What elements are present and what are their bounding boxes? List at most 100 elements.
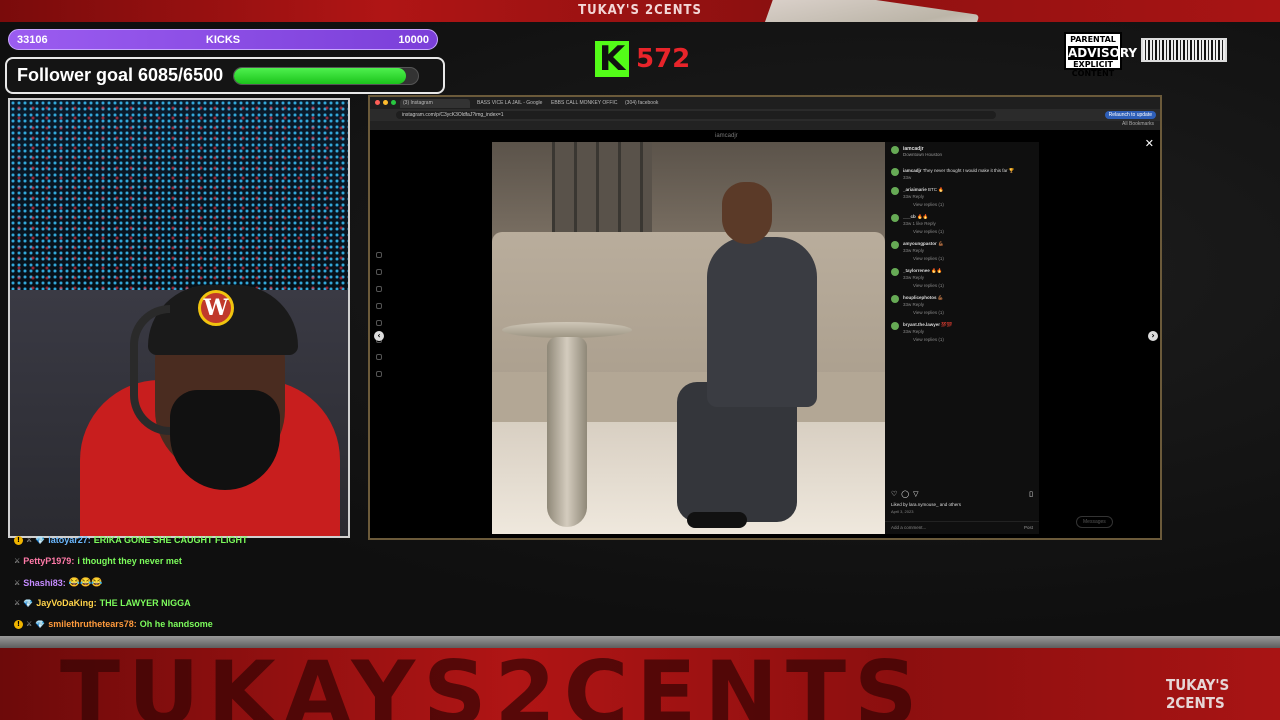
advisory-big-text: ADVISORY [1068,45,1138,60]
relaunch-update-button[interactable]: Relaunch to update [1104,111,1156,119]
prev-post-icon[interactable]: ‹ [374,331,384,341]
address-bar-row: instagram.com/p/C3ycK3OldfaJ?img_index=1 [370,109,1160,121]
chat-message: ! ⚔ 💎 latoyar27: ERIKA GONE SHE CAUGHT FLIGH… [14,535,247,545]
url-input[interactable]: instagram.com/p/C3ycK3OldfaJ?img_index=1 [396,111,996,119]
avatar[interactable] [891,295,899,303]
comment-meta: 33w Reply [903,302,925,307]
comment-text: 🔥🔥 [931,268,943,273]
headset [130,305,170,435]
chat-message: ⚔ PettyP1979: i thought they never met [14,556,182,566]
comment-user[interactable]: amyoungpastor [903,241,937,246]
messages-icon[interactable] [376,320,382,326]
chat-message: ⚔ Shashi83: 😂😂😂 [14,577,102,588]
tab-instagram[interactable]: (3) Instagram [400,98,470,108]
follower-goal-label: Follower goal 6085/6500 [17,65,224,85]
caption-meta: 33w [903,175,912,180]
add-comment-row: Add a comment... Post [885,521,1039,533]
photo-man-head [722,182,772,244]
post-actions: ♡ ◯ ▽ ▯ [891,490,1033,498]
post-photo [492,142,885,534]
bottom-brand-text: TUKAYS2CENTS [60,648,926,720]
post-location[interactable]: Downtown Houston [903,152,942,157]
bottom-divider [0,636,1280,648]
bottom-banner: TUKAYS2CENTS TUKAY'S 2CENTS [0,648,1280,720]
tab-facebook[interactable]: (304) facebook [622,99,692,108]
avatar[interactable] [891,241,899,249]
kicks-right-value: 10000 [398,33,429,46]
view-replies-link[interactable]: View replies (1) [903,337,953,342]
avatar[interactable] [891,214,899,222]
ig-comments-panel: iamcadjr Downtown Houston iamcadjr They … [885,142,1039,534]
parental-advisory-logo: PARENTAL ADVISORY EXPLICIT CONTENT [1064,32,1138,77]
post-date: April 3, 2023 [891,509,914,514]
avatar[interactable] [891,146,899,154]
messages-button[interactable]: Messages [1076,516,1113,528]
create-icon[interactable] [376,354,382,360]
chat-text: Oh he handsome [139,619,213,629]
like-icon[interactable]: ♡ [891,490,897,498]
photo-window [552,142,652,232]
sword-badge-icon: ⚔ [14,599,21,607]
likes-text[interactable]: Liked by lara.nymouse_ and others [891,502,961,507]
ig-sidebar [376,252,386,388]
all-bookmarks-button[interactable]: All Bookmarks [1122,121,1154,127]
photo-man-shoe [687,512,747,528]
close-icon[interactable]: ✕ [1145,137,1154,150]
kicks-label: KICKS [205,33,241,46]
comment-item: bryant.the.lawyer 💯💯 33w Reply View repl… [885,318,1039,342]
tab-google[interactable]: BASS VICE LA JAIL - Google [474,99,544,108]
caption-text: They never thought I would make it this … [922,168,1015,173]
view-replies-link[interactable]: View replies (1) [903,283,944,288]
maximize-window-icon[interactable] [391,100,396,105]
comment-meta: 33w Reply [903,194,925,199]
comment-input[interactable]: Add a comment... [891,525,926,530]
kick-logo-icon: K [595,41,629,77]
search-icon[interactable] [376,269,382,275]
avatar[interactable] [891,322,899,330]
chat-text: 😂😂😂 [68,577,103,587]
bookmarks-bar: All Bookmarks [370,121,1160,130]
comment-icon[interactable]: ◯ [901,490,909,498]
comment-user[interactable]: ___cb [903,214,916,219]
comment-user[interactable]: houplicephotos [903,295,937,300]
post-comment-button[interactable]: Post [1024,525,1033,530]
webcam-feed: W [8,98,350,538]
explore-icon[interactable] [376,286,382,292]
subscriber-badge-icon: ! [14,619,23,629]
chat-username[interactable]: Shashi83: [23,578,66,588]
chat-username[interactable]: latoyar27: [48,535,91,545]
comment-meta: 33w Reply [903,275,925,280]
view-replies-link[interactable]: View replies (1) [903,229,944,234]
caption-user[interactable]: iamcadjr [903,168,922,173]
gem-badge-icon: 💎 [23,598,34,608]
view-replies-link[interactable]: View replies (1) [903,256,944,261]
chat-username[interactable]: JayVoDaKing: [36,598,96,608]
comment-user[interactable]: _taylorrenee [903,268,930,273]
chat-text: i thought they never met [77,556,182,566]
avatar[interactable] [891,187,899,195]
next-post-icon[interactable]: › [1148,331,1158,341]
view-replies-link[interactable]: View replies (1) [903,202,944,207]
chat-username[interactable]: smilethruthetears78: [48,619,137,629]
browser-window: (3) Instagram BASS VICE LA JAIL - Google… [368,95,1162,540]
chat-username[interactable]: PettyP1979: [23,556,74,566]
comment-text: 💪🏾 [937,295,944,300]
cap-logo: W [198,290,234,326]
comment-text: 🔥🔥 [917,214,929,219]
tab-youtube[interactable]: EBBS CALL MONKEY OFFIC... [548,99,618,108]
comment-user[interactable]: _ariaimarie [903,187,927,192]
post-caption: iamcadjr They never thought I would make… [885,164,1039,180]
close-window-icon[interactable] [375,100,380,105]
share-icon[interactable]: ▽ [913,490,918,498]
bookmark-icon[interactable]: ▯ [1029,490,1033,498]
minimize-window-icon[interactable] [383,100,388,105]
view-replies-link[interactable]: View replies (1) [903,310,944,315]
reels-icon[interactable] [376,303,382,309]
profile-icon[interactable] [376,371,382,377]
comment-user[interactable]: bryant.the.lawyer [903,322,940,327]
avatar[interactable] [891,168,899,176]
home-icon[interactable] [376,252,382,258]
comment-item: ___cb 🔥🔥 33w 1 like Reply View replies (… [885,210,1039,234]
avatar[interactable] [891,268,899,276]
kick-viewer-count: 572 [636,44,691,74]
